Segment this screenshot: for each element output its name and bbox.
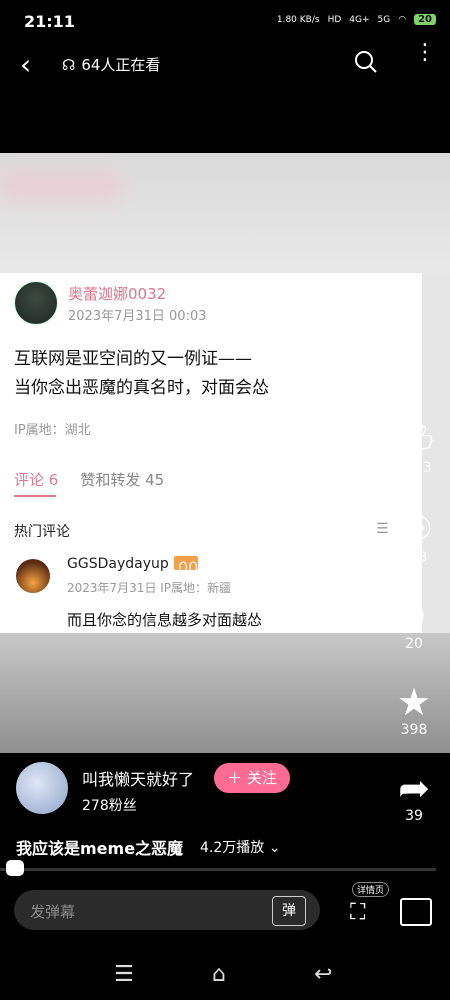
comment-button[interactable]: 💬︎ 133 [384,510,444,566]
people-icon: ☊ [62,55,76,74]
play-count-text: 4.2万播放 [200,840,265,856]
status-time: 21:11 [24,12,75,31]
search-icon[interactable] [354,50,378,78]
commenter-avatar [16,559,50,593]
battery-icon: 20 [414,14,436,25]
post-ip: IP属地：湖北 [14,423,91,438]
comment-meta: 2023年7月31日 IP属地：新疆 [67,581,232,595]
thumbs-up-icon: 👍︎ [394,418,434,462]
hot-comments-label: 热门评论 [14,524,70,540]
progress-bar[interactable] [0,868,436,871]
tab-underline [14,495,56,497]
uploader-name[interactable]: 叫我懒天就好了 [82,766,194,790]
top-bar: ‹ ☊ 64人正在看 ⋮ [0,42,450,86]
status-icons: 1.80 KB/s HD 4G+ 5G ◠ 20 [277,14,436,25]
back-icon[interactable]: ‹ [20,48,31,81]
like-count: 4673 [396,460,432,476]
post-tabs: 评论 6 赞和转发 45 [14,469,164,490]
signal-5g-icon: 5G [377,14,391,25]
tab-comments: 评论 6 [14,471,59,489]
status-bar: 21:11 1.80 KB/s HD 4G+ 5G ◠ 20 [0,0,450,42]
share-icon: ➦ [398,766,430,810]
share-count: 39 [405,808,423,824]
detail-label: 详情页 [352,882,390,897]
commenter-name: GGSDaydayup [67,556,169,572]
like-button[interactable]: 👍︎ 4673 [384,420,444,476]
comment-text: 而且你念的信息越多对面越怂 [67,611,263,629]
coin-count: 20 [405,636,423,652]
progress-knob[interactable] [6,860,24,876]
share-button[interactable]: ➦ 39 [384,768,444,824]
comment-icon: 💬︎ [389,508,439,552]
comment-count: 133 [400,550,428,566]
play-count[interactable]: 4.2万播放 ⌄ [200,837,280,857]
video-title: 我应该是meme之恶魔 [16,839,184,858]
fan-count: 278粉丝 [82,798,137,814]
chevron-down-icon: ⌄ [268,840,281,856]
screen-switch-icon[interactable] [400,898,432,926]
menu-nav-icon[interactable]: ☰ [114,962,134,987]
fullscreen-icon[interactable]: ⛶ [350,900,365,925]
star-icon: ★ [396,680,432,724]
coin-icon: ⊛ [401,598,427,633]
post-date: 2023年7月31日 00:03 [68,309,207,324]
viewer-count-text: 64人正在看 [81,56,161,74]
viewer-count: ☊ 64人正在看 [62,54,160,75]
blur-blob [0,171,120,201]
follow-button[interactable]: ＋ 关注 [214,763,290,793]
post-text: 互联网是亚空间的又一例证—— 当你念出恶魔的真名时，对面会怂 [14,345,269,403]
post-author: 奥蕾迦娜0032 [68,285,167,303]
video-player[interactable]: 奥蕾迦娜0032 2023年7月31日 00:03 互联网是亚空间的又一例证——… [0,153,450,753]
more-icon[interactable]: ⋮ [414,42,436,64]
danmu-toggle-button[interactable]: 弹 [272,896,306,926]
playback-time: 00:00 / 01:21 [178,558,286,577]
net-speed: 1.80 KB/s [276,14,320,25]
favorite-count: 398 [400,722,428,738]
video-blur-bottom [0,633,450,753]
favorite-button[interactable]: ★ 398 [384,682,444,738]
tab-likes: 赞和转发 45 [80,471,165,489]
hd-icon: HD [327,14,342,25]
danmu-placeholder: 发弹幕 [30,903,76,921]
coin-button[interactable]: ⊛ 20 [384,596,444,652]
post-line-1: 互联网是亚空间的又一例证—— [14,349,252,369]
uploader-avatar[interactable] [16,762,68,814]
play-icon[interactable] [182,453,274,535]
home-nav-icon[interactable]: ⌂ [212,962,226,987]
wifi-icon: ◠ [398,14,407,25]
author-avatar [14,281,58,325]
back-nav-icon[interactable]: ↩ [314,962,332,987]
post-line-2: 当你念出恶魔的真名时，对面会怂 [14,378,269,398]
signal-icon: 4G+ [349,14,370,25]
